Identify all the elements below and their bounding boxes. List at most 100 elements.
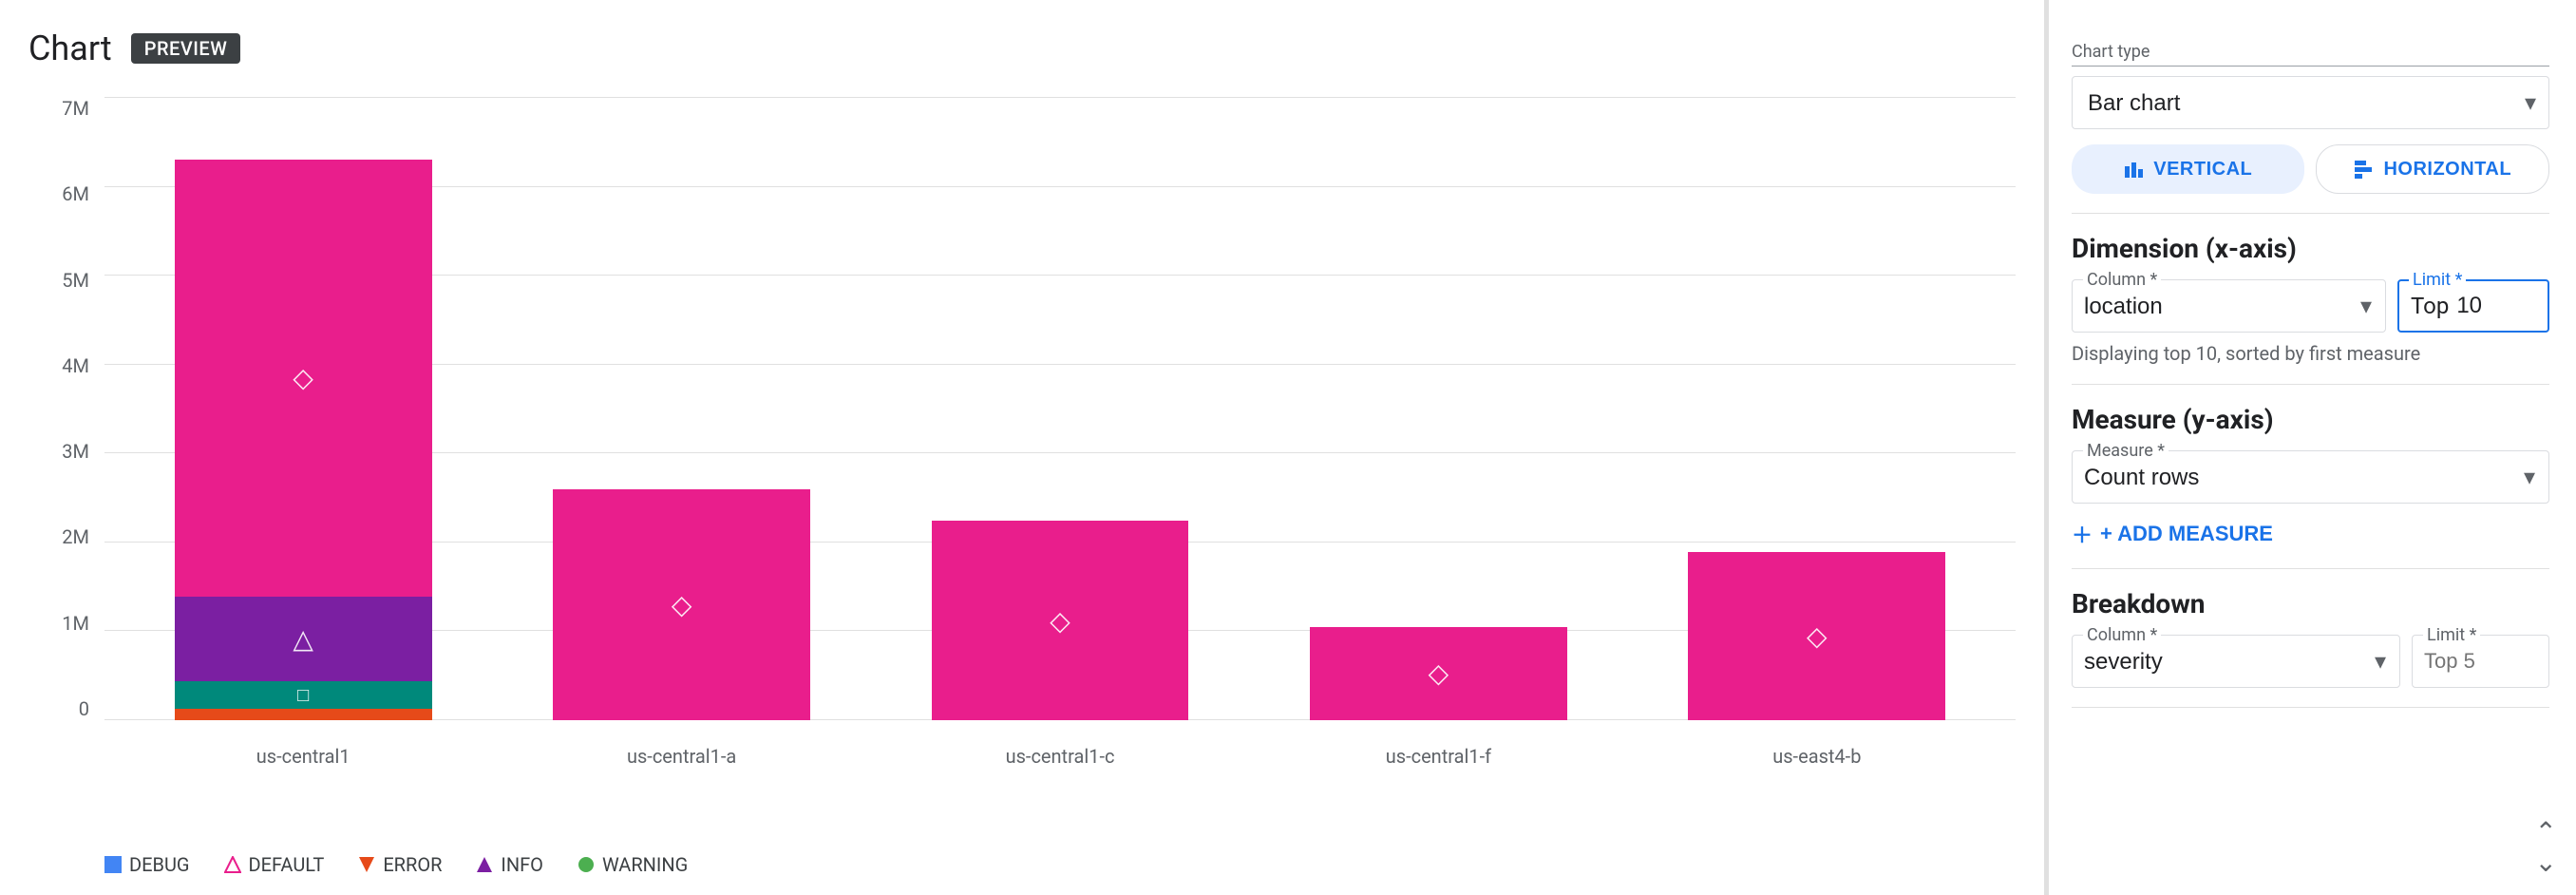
y-label-3m: 3M (62, 440, 89, 463)
debug-icon (104, 856, 122, 873)
horizontal-label: HORIZONTAL (2383, 159, 2511, 181)
x-label-us-central1: us-central1 (256, 745, 350, 768)
warning-icon (578, 856, 595, 873)
chart-title: Chart (28, 29, 112, 68)
bar-stack: ◇ (932, 521, 1189, 720)
diamond-icon: ◇ (1429, 657, 1449, 689)
breakdown-column-select[interactable]: severity location resource.type (2084, 649, 2388, 675)
vertical-button[interactable]: VERTICAL (2072, 144, 2304, 194)
bar-segment-default: ◇ (553, 489, 810, 720)
diamond-icon: ◇ (1807, 620, 1828, 652)
bar-stack: ◇ △ □ (175, 160, 432, 720)
vertical-label: VERTICAL (2153, 159, 2252, 181)
triangle-icon: △ (293, 623, 313, 655)
breakdown-limit-label: Limit * (2423, 625, 2480, 645)
bar-stack: ◇ (553, 489, 810, 720)
bar-stack: ◇ (1310, 627, 1567, 720)
dimension-column-group: Column * location severity resource.type… (2072, 279, 2386, 333)
dimension-limit-group: Limit * Top (2397, 279, 2549, 333)
x-label-us-central1-f: us-central1-f (1386, 745, 1491, 768)
chart-type-label: Chart type (2072, 42, 2549, 67)
bar-segment-default: ◇ (932, 521, 1189, 720)
horizontal-button[interactable]: HORIZONTAL (2316, 144, 2550, 194)
breakdown-limit-input[interactable] (2424, 649, 2537, 674)
chart-header: Chart PREVIEW (28, 29, 2016, 68)
bar-segment-default: ◇ (1310, 627, 1567, 720)
x-label-us-central1-c: us-central1-c (1006, 745, 1115, 768)
breakdown-field-row: Column * severity location resource.type… (2072, 635, 2549, 688)
y-label-2m: 2M (62, 525, 89, 548)
legend-item-debug: DEBUG (104, 853, 190, 876)
chart-plot: ◇ △ □ us (104, 97, 2016, 777)
y-axis: 7M 6M 5M 4M 3M 2M 1M 0 (28, 97, 104, 777)
measure-title: Measure (y-axis) (2072, 404, 2549, 435)
plus-icon: ＋ (2072, 519, 2093, 549)
limit-prefix: Top (2411, 293, 2449, 319)
y-label-7m: 7M (62, 97, 89, 120)
y-label-4m: 4M (62, 354, 89, 377)
diamond-icon: ◇ (1050, 605, 1070, 637)
bar-stack: ◇ (1688, 552, 1945, 720)
bar-group-us-central1-f: ◇ us-central1-f (1278, 97, 1599, 720)
square-icon: □ (297, 683, 309, 707)
dimension-field-row: Column * location severity resource.type… (2072, 279, 2549, 333)
bar-group-us-central1-a: ◇ us-central1-a (521, 97, 842, 720)
default-icon (224, 856, 241, 873)
bar-segment-error (175, 709, 432, 720)
y-label-0: 0 (79, 697, 89, 720)
add-measure-button[interactable]: ＋ + ADD MEASURE (2072, 519, 2273, 549)
scroll-down-icon[interactable]: ⌄ (2535, 849, 2557, 876)
dimension-title: Dimension (x-axis) (2072, 233, 2549, 264)
breakdown-column-group: Column * severity location resource.type… (2072, 635, 2400, 688)
legend-item-info: INFO (476, 853, 543, 876)
right-panel: Chart type Bar chart Line chart Pie char… (2044, 0, 2576, 895)
diamond-icon: ◇ (672, 589, 692, 620)
bar-group-us-central1-c: ◇ us-central1-c (900, 97, 1221, 720)
panel-left-border (2045, 0, 2049, 895)
horizontal-chart-icon (2353, 159, 2374, 180)
dimension-section: Dimension (x-axis) Column * location sev… (2072, 214, 2549, 385)
diamond-icon: ◇ (293, 362, 313, 393)
measure-section: Measure (y-axis) Measure * Count rows Su… (2072, 385, 2549, 569)
legend-label-error: ERROR (383, 853, 442, 876)
legend-item-error: ERROR (358, 853, 442, 876)
preview-badge: PREVIEW (131, 33, 241, 64)
add-measure-label: + ADD MEASURE (2100, 522, 2273, 546)
chart-legend: DEBUG DEFAULT ERROR INFO (28, 844, 2016, 876)
chart-type-select[interactable]: Bar chart Line chart Pie chart (2072, 76, 2549, 129)
measure-select[interactable]: Count rows Sum Average (2084, 465, 2537, 490)
chart-type-section: Chart type Bar chart Line chart Pie char… (2072, 23, 2549, 214)
legend-label-default: DEFAULT (249, 853, 325, 876)
chart-container: 7M 6M 5M 4M 3M 2M 1M 0 (28, 97, 2016, 876)
breakdown-column-label: Column * (2083, 625, 2161, 645)
bar-segment-default: ◇ (175, 160, 432, 598)
orientation-row: VERTICAL HORIZONTAL (2072, 144, 2549, 194)
chart-area: Chart PREVIEW 7M 6M 5M 4M 3M 2M 1M 0 (0, 0, 2044, 895)
info-icon (476, 856, 493, 873)
legend-label-info: INFO (501, 853, 543, 876)
y-label-1m: 1M (62, 612, 89, 635)
measure-field-group: Measure * Count rows Sum Average ▾ (2072, 450, 2549, 504)
x-label-us-east4-b: us-east4-b (1772, 745, 1861, 768)
y-label-5m: 5M (62, 269, 89, 292)
breakdown-limit-group: Limit * (2412, 635, 2549, 688)
chart-type-select-wrapper[interactable]: Bar chart Line chart Pie chart ▾ (2072, 76, 2549, 129)
column-select[interactable]: location severity resource.type (2084, 294, 2374, 319)
limit-input[interactable] (2456, 293, 2504, 319)
measure-label: Measure * (2083, 441, 2169, 461)
error-icon (358, 856, 375, 873)
legend-item-default: DEFAULT (224, 853, 325, 876)
bar-segment-default: ◇ (1688, 552, 1945, 720)
legend-label-warning: WARNING (602, 853, 688, 876)
y-label-6m: 6M (62, 182, 89, 205)
bar-segment-info: △ (175, 597, 432, 681)
bar-group-us-east4-b: ◇ us-east4-b (1657, 97, 1978, 720)
legend-label-debug: DEBUG (129, 853, 190, 876)
chart-inner: 7M 6M 5M 4M 3M 2M 1M 0 (28, 97, 2016, 777)
breakdown-title: Breakdown (2072, 588, 2549, 619)
bar-segment-debug: □ (175, 681, 432, 710)
column-label: Column * (2083, 270, 2161, 290)
limit-label: Limit * (2409, 270, 2466, 290)
scroll-up-icon[interactable]: ⌃ (2535, 819, 2557, 846)
x-label-us-central1-a: us-central1-a (627, 745, 736, 768)
